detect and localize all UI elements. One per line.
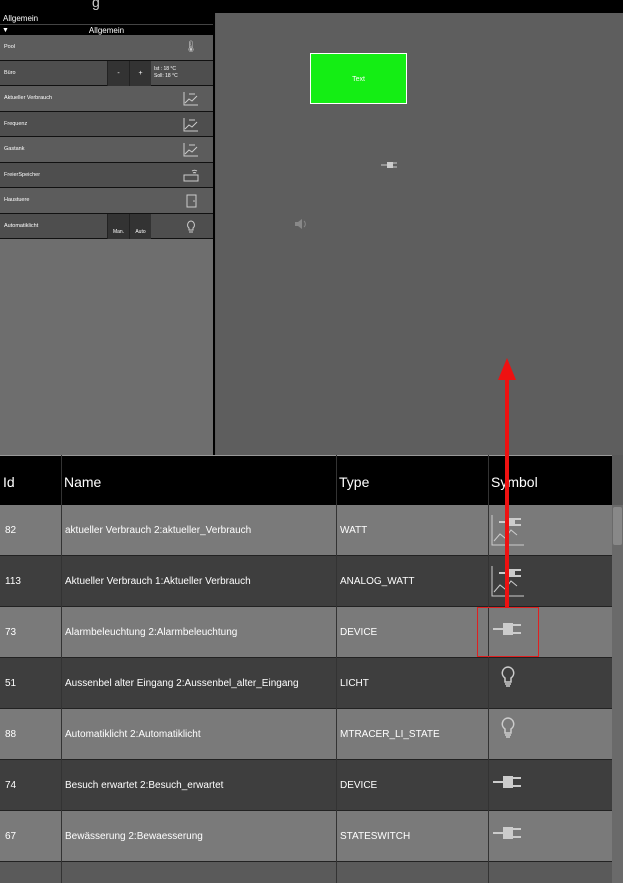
window-title: g [92, 0, 100, 10]
cell-type: WATT [340, 525, 368, 536]
device-icon [183, 168, 199, 183]
cell-type: ANALOG_WATT [340, 576, 415, 587]
bulb-icon [490, 717, 526, 753]
plus-button[interactable]: + [129, 60, 151, 86]
chart-icon [183, 91, 199, 106]
cell-name: Automatiklicht 2:Automatiklicht [65, 729, 201, 740]
cell-id: 67 [5, 831, 17, 842]
column-divider [61, 455, 62, 883]
annotation-arrow-shaft [505, 378, 509, 608]
panel-header: Allgemein [0, 13, 213, 24]
panel-item-pool[interactable]: Pool 🌡 [0, 35, 213, 61]
cell-name: Bewässerung 2:Bewaesserung [65, 831, 203, 842]
speaker-icon[interactable] [294, 218, 308, 233]
cell-name: aktueller Verbrauch 2:aktueller_Verbrauc… [65, 525, 252, 536]
panel-item-haustuere[interactable]: Haustuere [0, 188, 213, 214]
plug-icon[interactable] [381, 161, 397, 172]
symbol-table: Id Name Type Symbol 82 aktueller Verbrau… [0, 455, 623, 883]
item-label: Frequenz [4, 120, 28, 127]
table-row[interactable]: 74 Besuch erwartet 2:Besuch_erwartet DEV… [0, 760, 612, 811]
table-row[interactable]: 88 Automatiklicht 2:Automatiklicht MTRAC… [0, 709, 612, 760]
door-icon [183, 193, 199, 208]
scrollbar-track[interactable] [612, 505, 623, 883]
scrollbar-thumb[interactable] [613, 507, 622, 545]
cell-type: DEVICE [340, 780, 378, 791]
header-symbol[interactable]: Symbol [491, 474, 538, 490]
cell-id: 74 [5, 780, 17, 791]
item-label: Gastank [4, 146, 25, 152]
cell-id: 88 [5, 729, 17, 740]
table-row[interactable]: 67 Bewässerung 2:Bewaesserung STATESWITC… [0, 811, 612, 862]
chart-icon [183, 142, 199, 157]
item-label: Haustuere [4, 197, 30, 203]
cell-id: 82 [5, 525, 17, 536]
item-label: Büro [4, 69, 16, 76]
item-label: Automatiklicht [4, 222, 39, 229]
cell-name: Besuch erwartet 2:Besuch_erwartet [65, 780, 224, 791]
cell-type: STATESWITCH [340, 831, 411, 842]
item-label: Pool [4, 44, 16, 50]
cell-type: MTRACER_LI_STATE [340, 729, 440, 740]
panel-item-frequenz[interactable]: Frequenz [0, 111, 213, 137]
panel-item-gastank[interactable]: Gastank [0, 137, 213, 163]
auto-button[interactable]: Auto [129, 213, 151, 239]
header-id[interactable]: Id [3, 474, 15, 490]
plug-icon [490, 768, 526, 804]
cell-name: Alarmbeleuchtung 2:Alarmbeleuchtung [65, 627, 238, 638]
item-label: FreierSpeicher [4, 171, 41, 178]
item-label: Aktueller Verbrauch [4, 95, 52, 101]
panel-subheader[interactable]: ▼ Allgemein [0, 24, 213, 35]
column-divider [336, 455, 337, 883]
temperature-readout: Ist : 18 °C Soll: 18 °C [154, 66, 178, 80]
cell-id: 113 [5, 576, 21, 587]
highlight-box [477, 607, 539, 657]
cell-name: Aussenbel alter Eingang 2:Aussenbel_alte… [65, 678, 299, 689]
cell-type: LICHT [340, 678, 369, 689]
panel-item-buero: Büro - + Ist : 18 °C Soll: 18 °C [0, 60, 213, 86]
bulb-icon [490, 666, 526, 702]
panel-item-aktueller-verbrauch[interactable]: Aktueller Verbrauch [0, 86, 213, 112]
table-row[interactable]: 82 aktueller Verbrauch 2:aktueller_Verbr… [0, 505, 612, 556]
table-row[interactable]: 51 Aussenbel alter Eingang 2:Aussenbel_a… [0, 658, 612, 709]
thermometer-icon: 🌡 [184, 41, 198, 53]
cell-type: DEVICE [340, 627, 378, 638]
minus-button[interactable]: - [107, 60, 129, 86]
cell-id: 51 [5, 678, 17, 689]
column-divider [488, 455, 489, 883]
table-row[interactable]: 113 Aktueller Verbrauch 1:Aktueller Verb… [0, 556, 612, 607]
left-panel: Allgemein ▼ Allgemein Pool 🌡 Büro - + Is… [0, 13, 215, 455]
top-bar: g [0, 0, 623, 13]
plug-icon [490, 819, 526, 855]
text-button[interactable]: Text [310, 53, 407, 104]
header-type[interactable]: Type [339, 474, 369, 490]
table-body: 82 aktueller Verbrauch 2:aktueller_Verbr… [0, 505, 612, 862]
cell-id: 73 [5, 627, 17, 638]
manual-button[interactable]: Man. [107, 213, 129, 239]
ist-value: Ist : 18 °C [154, 65, 177, 72]
cell-name: Aktueller Verbrauch 1:Aktueller Verbrauc… [65, 576, 251, 587]
chart-icon [183, 117, 199, 132]
design-canvas[interactable]: Text [216, 13, 623, 455]
header-name[interactable]: Name [64, 474, 101, 490]
table-header: Id Name Type Symbol [0, 455, 612, 505]
subheader-label: Allgemein [88, 26, 125, 35]
bulb-icon [183, 219, 199, 234]
soll-value: Soll: 18 °C [154, 72, 178, 79]
annotation-arrow-head [498, 358, 516, 380]
panel-item-freierspeicher[interactable]: FreierSpeicher [0, 162, 213, 188]
panel-item-automatiklicht: Automatiklicht Man. Auto [0, 213, 213, 239]
